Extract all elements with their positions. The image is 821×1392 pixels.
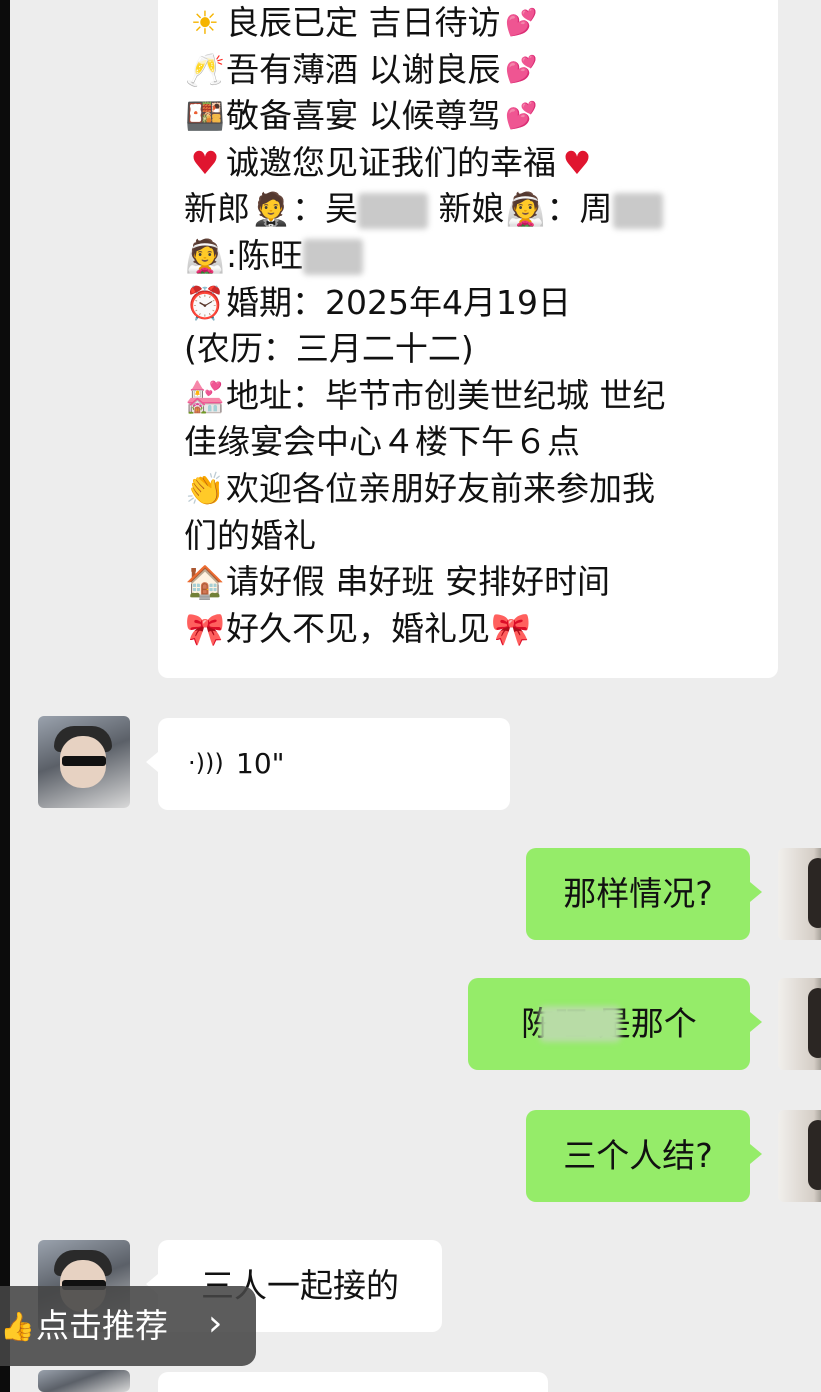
- red-heart-icon: ♥: [562, 143, 592, 182]
- redaction-blur: [612, 192, 663, 229]
- lunar-date-line: (农历：三月二十二): [184, 329, 474, 369]
- date-line: ⏰婚期：2025年4月19日: [184, 280, 752, 327]
- invitation-line: 🍱敬备喜宴 以候尊驾 💕: [184, 93, 752, 140]
- clapping-hands-icon: 👏: [185, 469, 225, 508]
- voice-duration: 10": [236, 747, 285, 780]
- invitation-line: ☀ 良辰已定 吉日待访 💕: [184, 0, 752, 47]
- pink-hearts-icon: 💕: [505, 8, 538, 38]
- chevron-right-icon: ›: [208, 1303, 223, 1344]
- recommend-label: 点击推荐: [36, 1306, 168, 1345]
- house-icon: 🏠: [185, 563, 225, 602]
- outgoing-message-bubble[interactable]: 三个人结?: [526, 1110, 762, 1202]
- incoming-message-bubble[interactable]: [158, 1372, 548, 1392]
- pink-hearts-icon: 💕: [505, 101, 538, 132]
- invitation-line: ♥ 诚邀您见证我们的幸福 ♥: [184, 140, 752, 187]
- bride-label: 新娘: [438, 189, 505, 229]
- address-line: 💒地址：毕节市创美世纪城 世纪: [184, 373, 752, 420]
- arrange-line: 🏠请好假 串好班 安排好时间: [184, 559, 752, 606]
- bride-name: ：周: [546, 189, 613, 229]
- bride-icon: 👰: [185, 236, 225, 275]
- bride-icon: 👰: [505, 190, 546, 229]
- champagne-icon: 🥂: [185, 50, 225, 89]
- outgoing-message-bubble[interactable]: 陈旺 是那个: [468, 978, 762, 1070]
- couple-line: 新郎🤵：吴 新娘👰：周: [184, 186, 752, 233]
- feast-box-icon: 🍱: [185, 97, 225, 136]
- closing-line: 🎀好久不见，婚礼见🎀: [184, 606, 752, 653]
- groom-icon: 🤵: [251, 190, 291, 229]
- redaction-blur: [540, 1006, 620, 1042]
- voice-wave-icon: ·))): [188, 749, 224, 777]
- welcome-line-2: 们的婚礼: [184, 515, 316, 555]
- address-line-2: 佳缘宴会中心４楼下午６点: [184, 422, 580, 462]
- red-heart-icon: ♥: [190, 143, 220, 182]
- message-text: 那样情况?: [563, 874, 713, 913]
- groom-label: 新郎: [184, 189, 250, 229]
- extra-name: :陈旺: [226, 235, 304, 275]
- self-avatar[interactable]: [778, 978, 821, 1070]
- pink-hearts-icon: 💕: [505, 54, 538, 85]
- voice-message-bubble[interactable]: ·))) 10": [146, 718, 510, 810]
- groom-name: ：吴: [292, 189, 358, 229]
- ribbon-icon: 🎀: [185, 609, 225, 648]
- invitation-message-bubble[interactable]: ☀ 良辰已定 吉日待访 💕 🥂吾有薄酒 以谢良辰 💕 🍱敬备喜宴 以候尊驾 💕 ♥ 诚邀您…: [158, 0, 778, 678]
- welcome-line: 👏欢迎各位亲朋好友前来参加我: [184, 466, 752, 513]
- extra-name-line: 👰:陈旺: [184, 233, 752, 280]
- redaction-blur: [303, 239, 364, 276]
- sun-icon: ☀: [190, 4, 220, 42]
- redaction-blur: [358, 192, 428, 229]
- thumbs-up-icon: 👍: [0, 1310, 35, 1343]
- alarm-clock-icon: ⏰: [185, 283, 225, 322]
- ribbon-icon: 🎀: [491, 609, 531, 648]
- outgoing-message-bubble[interactable]: 那样情况?: [526, 848, 762, 940]
- invitation-line: 🥂吾有薄酒 以谢良辰 💕: [184, 47, 752, 94]
- left-edge-strip: [0, 0, 10, 1392]
- message-text: 三个人结?: [563, 1136, 713, 1175]
- self-avatar[interactable]: [778, 848, 821, 940]
- wedding-chapel-icon: 💒: [185, 376, 225, 415]
- recommend-button[interactable]: 👍 点击推荐 ›: [0, 1286, 256, 1366]
- self-avatar[interactable]: [778, 1110, 821, 1202]
- contact-avatar[interactable]: [38, 1370, 130, 1392]
- contact-avatar[interactable]: [38, 716, 130, 808]
